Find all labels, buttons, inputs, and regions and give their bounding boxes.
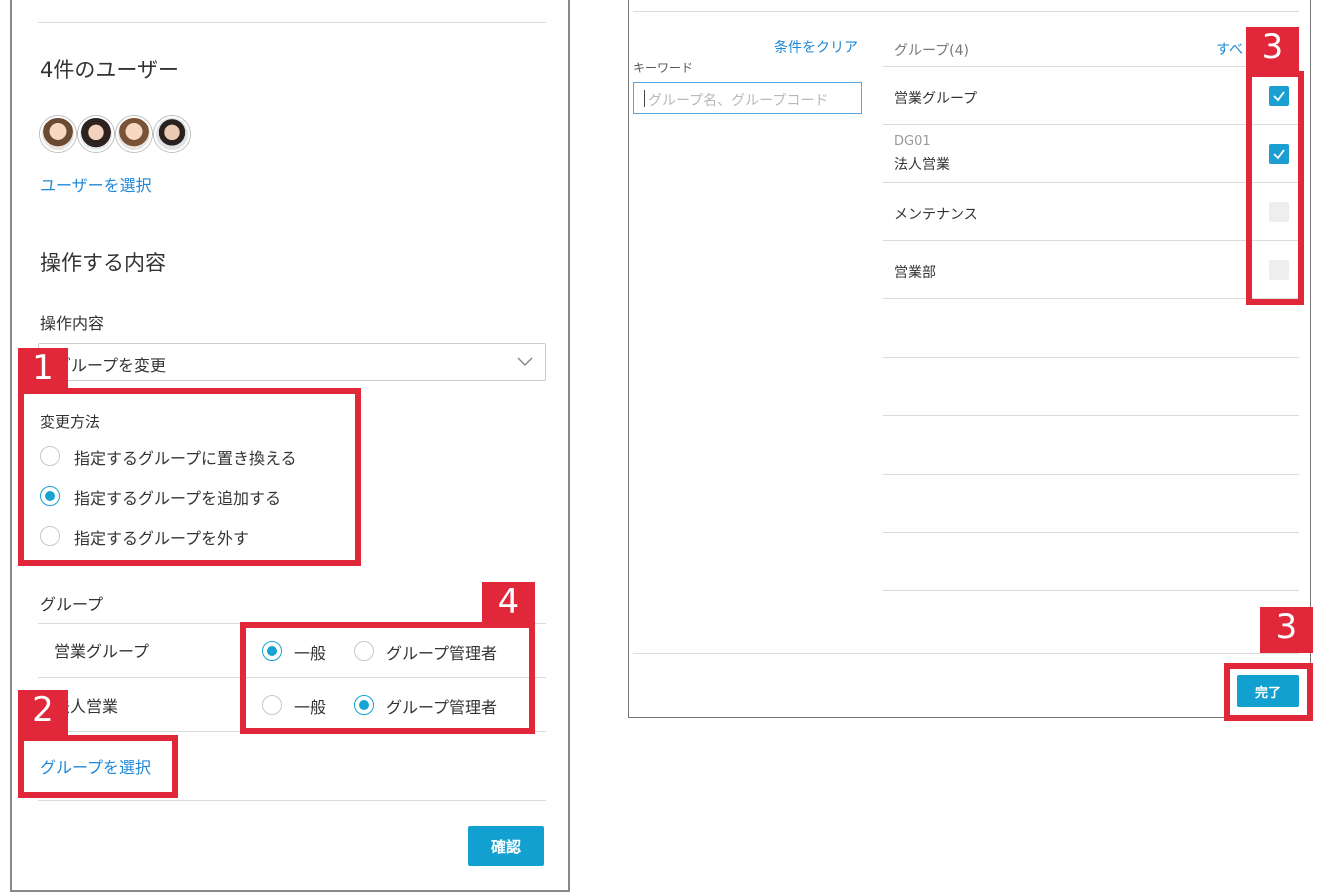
avatar [116,116,152,152]
group-checkbox[interactable] [1269,260,1289,280]
change-method-radio-add[interactable] [40,486,60,506]
operation-select[interactable]: グループを変更 [38,343,546,381]
divider [883,182,1299,183]
annotation-label-1: 1 [18,348,68,392]
avatar [40,116,76,152]
operation-section-title: 操作する内容 [40,251,166,275]
change-method-label-add: 指定するグループを追加する [74,489,282,508]
group-label: グループ [40,595,104,614]
group-row-name[interactable]: 法人営業 [894,154,950,174]
change-method-label: 変更方法 [40,413,101,431]
divider [38,677,546,678]
divider [38,731,546,732]
chevron-down-icon [517,357,533,367]
check-icon [1273,149,1285,160]
role-radio-general[interactable] [262,695,282,715]
confirm-button[interactable]: 確認 [468,826,544,866]
divider [883,590,1299,591]
divider [883,124,1299,125]
role-label-general: 一般 [294,698,327,717]
annotation-label-3: 3 [1246,27,1299,71]
divider [38,22,546,23]
group-row-code: DG01 [894,134,931,149]
operation-label: 操作内容 [40,314,105,333]
divider [883,66,1299,67]
keyword-placeholder: グループ名、グループコード [648,93,829,109]
clear-conditions-link[interactable]: 条件をクリア [774,37,858,57]
text-cursor [644,90,645,107]
change-method-radio-remove[interactable] [40,526,60,546]
user-count-title: 4件のユーザー [40,58,179,82]
divider [883,298,1299,299]
keyword-label: キーワード [633,61,694,75]
group-row-name: 営業グループ [54,642,150,661]
group-row-name[interactable]: 営業部 [894,262,936,282]
user-edit-panel: 4件のユーザー ユーザーを選択 操作する内容 操作内容 グループを変更 変更方法… [10,0,570,892]
divider [633,653,1299,654]
change-method-label-replace: 指定するグループに置き換える [74,449,297,468]
avatar [78,116,114,152]
divider [883,532,1299,533]
role-label-admin: グループ管理者 [386,698,498,717]
group-row-name[interactable]: 営業グループ [894,88,977,108]
group-list-header: グループ(4) [894,43,969,59]
group-checkbox[interactable] [1269,86,1289,106]
change-method-radio-replace[interactable] [40,446,60,466]
check-icon [1273,91,1285,102]
divider [38,623,546,624]
divider [633,11,1299,12]
divider [883,474,1299,475]
role-radio-admin[interactable] [354,641,374,661]
annotation-label-4: 4 [482,582,535,624]
divider [883,415,1299,416]
select-group-link[interactable]: グループを選択 [40,754,151,778]
group-checkbox[interactable] [1269,144,1289,164]
avatar [154,116,190,152]
group-picker-panel: 条件をクリア キーワード グループ名、グループコード グループ(4) すべ 営業… [628,0,1311,718]
annotation-label-2: 2 [18,690,68,736]
annotation-label-3: 3 [1260,607,1313,653]
keyword-input[interactable]: グループ名、グループコード [633,82,862,114]
operation-select-value: グループを変更 [55,356,167,375]
role-radio-admin[interactable] [354,695,374,715]
select-users-link[interactable]: ユーザーを選択 [40,172,152,196]
select-all-link[interactable]: すべ [1216,39,1243,59]
group-checkbox[interactable] [1269,202,1289,222]
change-method-label-remove: 指定するグループを外す [74,529,250,548]
role-label-general: 一般 [294,644,327,663]
done-button[interactable]: 完了 [1237,675,1299,707]
role-radio-general[interactable] [262,641,282,661]
divider [38,800,546,801]
group-row-name[interactable]: メンテナンス [894,204,978,224]
divider [883,357,1299,358]
role-label-admin: グループ管理者 [386,644,498,663]
divider [883,240,1299,241]
